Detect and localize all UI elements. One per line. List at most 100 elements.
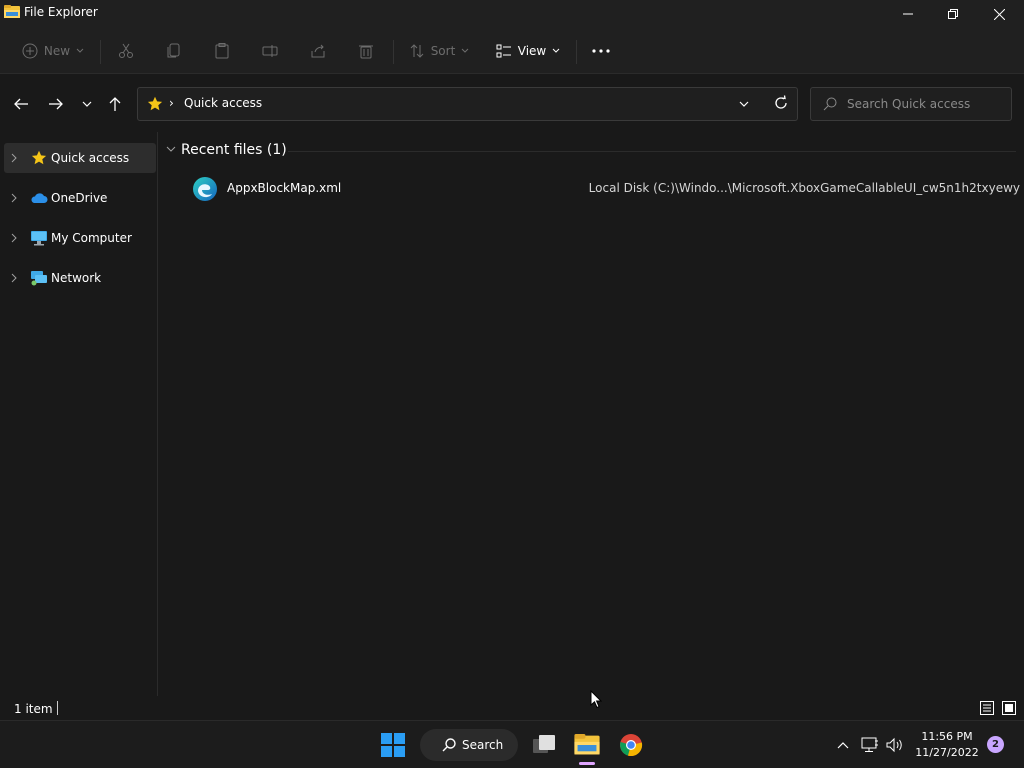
close-icon — [993, 8, 1005, 20]
sidebar-item-network[interactable]: Network — [4, 263, 156, 293]
share-icon — [311, 44, 325, 58]
sidebar-item-label: Quick access — [51, 151, 130, 165]
back-button[interactable] — [10, 93, 32, 115]
command-bar: New Sort View — [0, 28, 1024, 74]
sidebar-item-my-computer[interactable]: My Computer — [4, 223, 156, 253]
plus-circle-icon — [22, 43, 38, 59]
network-status-button[interactable] — [860, 735, 880, 755]
window-title: File Explorer — [24, 5, 98, 19]
navigation-bar: › Quick access — [0, 76, 1024, 132]
taskbar: Search 11:56 PM 11/27/2022 2 — [0, 720, 1024, 768]
tiles-view-icon — [1002, 701, 1016, 715]
details-view-button[interactable] — [978, 699, 996, 717]
notification-badge[interactable]: 2 — [987, 736, 1004, 753]
scissors-icon — [119, 43, 133, 58]
new-button[interactable]: New — [18, 38, 88, 64]
taskbar-file-explorer[interactable] — [571, 729, 603, 761]
start-button[interactable] — [377, 729, 409, 761]
toolbar-divider — [100, 40, 101, 64]
minimize-icon — [903, 13, 913, 15]
edge-icon — [193, 177, 217, 201]
taskbar-search-button[interactable]: Search — [420, 729, 518, 761]
file-name: AppxBlockMap.xml — [227, 181, 342, 195]
copy-button[interactable] — [162, 38, 186, 64]
view-list-icon — [496, 44, 511, 58]
paste-button[interactable] — [210, 38, 234, 64]
clipboard-icon — [215, 43, 229, 59]
address-bar[interactable]: › Quick access — [137, 87, 798, 121]
search-input[interactable] — [847, 94, 1007, 114]
restore-icon — [948, 9, 958, 19]
show-hidden-icons-button[interactable] — [833, 735, 853, 755]
more-options-button[interactable] — [588, 38, 614, 64]
mouse-cursor-icon — [590, 690, 602, 709]
volume-button[interactable] — [885, 735, 905, 755]
file-explorer-icon — [574, 734, 600, 755]
taskbar-chrome[interactable] — [615, 729, 647, 761]
more-dots-icon — [592, 49, 610, 53]
share-button[interactable] — [306, 38, 330, 64]
task-view-button[interactable] — [528, 729, 560, 761]
arrow-up-icon — [109, 97, 121, 111]
new-label: New — [43, 44, 71, 58]
clock[interactable]: 11:56 PM 11/27/2022 — [912, 729, 982, 761]
minimize-button[interactable] — [885, 0, 931, 28]
chevron-down-icon — [82, 101, 92, 107]
details-view-icon — [980, 701, 994, 715]
view-button[interactable]: View — [494, 38, 562, 64]
chevron-down-icon — [552, 48, 560, 53]
chevron-down-icon — [76, 48, 84, 53]
view-label: View — [517, 44, 547, 58]
clock-date: 11/27/2022 — [915, 746, 979, 759]
chevron-down-icon[interactable] — [738, 96, 750, 112]
clock-time: 11:56 PM — [921, 730, 973, 743]
group-divider — [288, 151, 1016, 152]
rename-button[interactable] — [258, 38, 282, 64]
sidebar-item-label: OneDrive — [51, 191, 108, 205]
status-bar: 1 item — [0, 696, 1024, 720]
chevron-right-icon[interactable] — [10, 232, 18, 244]
star-icon — [31, 150, 47, 165]
sidebar-item-quick-access[interactable]: Quick access — [4, 143, 156, 173]
file-location: Local Disk (C:)\Windo...\Microsoft.XboxG… — [588, 181, 1020, 195]
close-button[interactable] — [976, 0, 1022, 28]
item-count: 1 item — [14, 702, 53, 716]
up-button[interactable] — [104, 93, 126, 115]
search-box[interactable] — [810, 87, 1012, 121]
chevron-right-icon[interactable] — [10, 272, 18, 284]
search-icon — [823, 97, 837, 111]
recent-locations-button[interactable] — [76, 93, 98, 115]
refresh-icon[interactable] — [772, 94, 790, 112]
title-bar: File Explorer — [0, 0, 1024, 28]
delete-button[interactable] — [354, 38, 378, 64]
network-icon — [31, 271, 47, 286]
breadcrumb-location[interactable]: Quick access — [184, 96, 262, 110]
chevron-down-icon[interactable] — [166, 146, 176, 154]
cut-button[interactable] — [114, 38, 138, 64]
cloud-icon — [31, 193, 48, 203]
star-icon — [147, 96, 163, 111]
navigation-pane: Quick access OneDrive My Computer Networ… — [0, 132, 158, 696]
chevron-right-icon[interactable] — [10, 192, 18, 204]
active-app-indicator — [579, 762, 595, 765]
chevron-up-icon — [837, 742, 849, 749]
sort-button[interactable]: Sort — [406, 38, 472, 64]
status-divider — [57, 701, 58, 715]
sidebar-item-label: Network — [51, 271, 102, 285]
large-icons-view-button[interactable] — [1000, 699, 1018, 717]
forward-button[interactable] — [45, 93, 67, 115]
search-icon — [442, 738, 456, 752]
chevron-right-icon[interactable] — [10, 152, 18, 164]
windows-logo-icon — [381, 733, 405, 757]
network-monitor-icon — [861, 737, 878, 752]
restore-button[interactable] — [930, 0, 976, 28]
trash-icon — [359, 45, 373, 59]
taskbar-search-label: Search — [462, 738, 504, 752]
copy-icon — [167, 43, 180, 58]
sort-icon — [410, 44, 424, 58]
breadcrumb-separator[interactable]: › — [169, 96, 174, 110]
file-row[interactable]: AppxBlockMap.xml Local Disk (C:)\Windo..… — [184, 172, 1020, 204]
group-header[interactable]: Recent files (1) — [181, 142, 287, 158]
sort-label: Sort — [430, 44, 456, 58]
sidebar-item-onedrive[interactable]: OneDrive — [4, 183, 156, 213]
